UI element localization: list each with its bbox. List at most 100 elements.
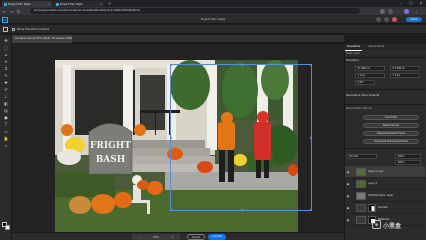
transform-bounding-box[interactable] [169,63,313,212]
address-bar[interactable]: photoshop.adobe.com/id/urn:aaid:sc:US:a4… [30,8,360,14]
browser-tab-label: Project Turn Style [8,2,31,6]
type-tool-icon[interactable]: T [4,122,9,127]
transform-handle[interactable] [169,63,172,66]
angle-field[interactable]: 0.00° [355,80,375,85]
eraser-tool-icon[interactable]: ◧ [4,101,9,106]
share-button[interactable]: Share [406,17,422,22]
divider [345,57,425,58]
spot-healing-tool-icon[interactable]: ✚ [4,80,9,85]
zoom-control[interactable]: − 51% + [132,234,180,240]
visibility-eye-icon[interactable]: ◉ [346,206,350,211]
browser-menu-icon[interactable]: ⋮ [414,9,419,14]
visibility-eye-icon[interactable]: ◉ [346,182,350,187]
profile-avatar-icon[interactable] [404,8,409,14]
tab-properties[interactable]: Properties [345,44,363,51]
transform-handle[interactable] [310,209,313,212]
transform-handle[interactable] [310,137,313,139]
height-field[interactable]: H 1200 px [390,66,420,71]
transform-handle[interactable] [169,137,172,139]
transform-handle[interactable] [241,209,243,212]
document-tab[interactable]: pumpkin.psd @ 51% (Style, 32 Layers, RGB… [12,35,72,43]
move-tool-icon[interactable] [3,27,8,32]
visibility-eye-icon[interactable]: ◉ [346,194,350,199]
transform-handle[interactable] [241,63,243,66]
divider [345,148,425,149]
layer-row[interactable]: ◉ Layer 2 [345,178,425,190]
object-selection-tool-icon[interactable]: ⌖ [4,59,9,64]
commit-button[interactable]: Commit [208,234,226,240]
cancel-button[interactable]: Cancel [187,234,205,240]
browser-toolbar: ← → ↻ photoshop.adobe.com/id/urn:aaid:sc… [0,7,426,15]
panel-tabs: Properties Adjustments [344,44,426,51]
notifications-icon[interactable] [384,17,389,22]
y-position-field[interactable]: Y 0 px [390,73,420,78]
load-filter-button[interactable]: Load Filter [363,115,419,120]
reset-canvas-button[interactable]: Reset Canvas [363,123,419,128]
extension-icon[interactable] [380,8,385,14]
browser-tab-label: Project Turn Style [60,2,83,6]
zoom-tool-icon[interactable]: ⌕ [4,143,9,148]
download-result-button[interactable]: Download Result Frame [363,131,419,136]
gradient-tool-icon[interactable]: ▤ [4,108,9,113]
layer-thumbnail [356,192,366,200]
layer-thumbnail [356,180,366,188]
forward-arrow-icon[interactable]: → [9,9,14,14]
document-tab-bar: pumpkin.psd @ 51% (Style, 32 Layers, RGB… [12,35,344,43]
back-arrow-icon[interactable]: ← [2,9,7,14]
hand-tool-icon[interactable]: ✋ [4,136,9,141]
help-icon[interactable] [376,17,381,22]
transform-handle[interactable] [310,63,313,66]
move-tool-icon[interactable]: ✥ [4,38,9,43]
layer-row[interactable]: ◉ Hue/Sat [345,202,425,214]
layer-row[interactable]: ◉ Transformation Layer [345,190,425,202]
layer-mask-thumbnail[interactable] [368,204,376,212]
close-tab-icon[interactable]: × [100,3,102,6]
bookmark-icon[interactable] [388,8,393,14]
shape-tool-icon[interactable]: ▭ [4,129,9,134]
adjustment-thumbnail [356,216,366,224]
fill-field[interactable]: 100% [395,160,421,165]
visibility-eye-icon[interactable]: ◉ [346,218,350,223]
close-tab-icon[interactable]: × [48,3,50,6]
layer-thumbnail [356,168,366,176]
zoom-level[interactable]: 51% [153,236,159,239]
dodge-tool-icon[interactable]: ● [4,115,9,120]
reload-icon[interactable]: ↻ [16,9,21,14]
photoshop-favicon-icon [56,2,59,6]
x-position-field[interactable]: X 0 px [355,73,385,78]
blend-mode-select[interactable]: Normal [347,154,377,159]
zoom-in-icon[interactable]: + [171,236,173,239]
divider [345,89,425,90]
crop-tool-icon[interactable]: ⌗ [4,66,9,71]
layer-row[interactable]: ◉ Layer 2 copy [345,166,425,178]
gravestone-text-line1: FRIGHT [90,141,131,151]
show-transform-controls-label: Show Transform Controls [17,28,50,31]
tools-panel: ✥ ⬚ ⴰ ⌖ ⌗ ✎ ✚ ✐ ⊥ ◧ ▤ ● T ▭ ✋ ⌕ [0,35,12,240]
width-field[interactable]: W 1800 px [355,66,385,71]
layer-name: Transformation Layer [368,194,394,197]
document-title: Project Turn Style [200,17,226,21]
zoom-out-icon[interactable]: − [138,236,140,239]
clone-stamp-tool-icon[interactable]: ⊥ [4,94,9,99]
background-color-swatch[interactable] [4,224,10,230]
show-transform-controls-checkbox[interactable] [12,28,15,31]
tab-adjustments[interactable]: Adjustments [366,44,386,50]
close-window-icon[interactable]: × [416,0,426,7]
gravestone-text-line2: BASH [96,155,126,165]
new-tab-plus-icon[interactable]: + [107,1,112,6]
marquee-tool-icon[interactable]: ⬚ [4,45,9,50]
layer-name: Layer 2 [368,182,377,185]
opacity-field[interactable]: 100% [395,154,421,159]
brush-tool-icon[interactable]: ✐ [4,87,9,92]
minimize-window-icon[interactable]: – [396,0,406,7]
transform-handle[interactable] [169,209,172,212]
properties-subheading: Pixel Layer [346,52,361,55]
maximize-window-icon[interactable]: □ [406,0,416,7]
download-sharpened-button[interactable]: Download Sharpened Frame [363,139,419,144]
user-avatar-icon[interactable] [392,17,397,22]
visibility-eye-icon[interactable]: ◉ [346,170,350,175]
eyedropper-tool-icon[interactable]: ✎ [4,73,9,78]
layer-name: Hue/Sat [378,206,388,209]
lasso-tool-icon[interactable]: ⴰ [4,52,9,57]
generative-section-heading: Generative Style Variants [346,94,380,97]
